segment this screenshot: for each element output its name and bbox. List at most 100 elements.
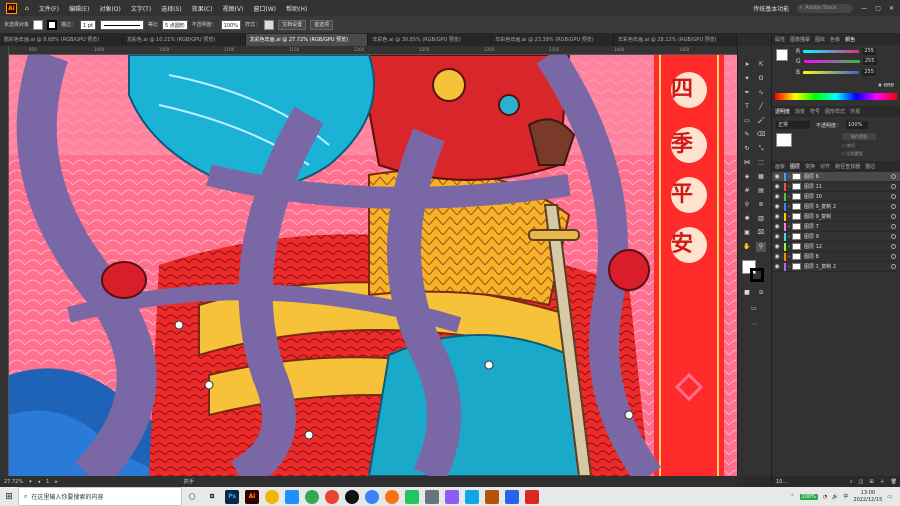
tray-expand-icon[interactable]: ⌃ bbox=[790, 494, 794, 500]
eye-icon[interactable]: ◉ bbox=[772, 223, 782, 230]
tab-appearance[interactable]: 外观 bbox=[850, 108, 860, 115]
eye-icon[interactable]: ◉ bbox=[772, 183, 782, 190]
shape-builder-tool-icon[interactable]: ◈ bbox=[742, 172, 752, 182]
paintbrush-tool-icon[interactable]: 🖌 bbox=[756, 116, 766, 126]
layer-name[interactable]: 图层 1_复制 2 bbox=[804, 263, 891, 270]
direct-selection-tool-icon[interactable]: ⇱ bbox=[756, 60, 766, 70]
target-icon[interactable] bbox=[891, 224, 896, 229]
stroke-weight-field[interactable]: 1 pt bbox=[80, 19, 96, 30]
width-tool-icon[interactable]: ⋈ bbox=[742, 158, 752, 168]
clip-checkbox[interactable]: ☐ 剪切 bbox=[842, 143, 855, 149]
layer-row[interactable]: ◉ › 图层 9_复制 2 bbox=[772, 202, 900, 212]
artboard-next-icon[interactable]: ▸ bbox=[55, 479, 58, 485]
target-icon[interactable] bbox=[891, 194, 896, 199]
slider-g[interactable] bbox=[803, 60, 860, 63]
artboard-prev-icon[interactable]: ◂ bbox=[38, 479, 41, 485]
close-icon[interactable]: ✕ bbox=[889, 5, 894, 12]
menu-file[interactable]: 文件(F) bbox=[34, 4, 64, 13]
eye-icon[interactable]: ◉ bbox=[772, 253, 782, 260]
blend-tool-icon[interactable]: ⊚ bbox=[756, 200, 766, 210]
mask-thumbnail[interactable] bbox=[776, 133, 792, 147]
layer-row[interactable]: ◉ › 图层 6 bbox=[772, 172, 900, 182]
fill-swatch[interactable] bbox=[33, 19, 44, 30]
ime-indicator[interactable]: 中 bbox=[843, 493, 848, 500]
home-icon[interactable]: ⌂ bbox=[20, 5, 34, 12]
target-icon[interactable] bbox=[891, 174, 896, 179]
target-icon[interactable] bbox=[891, 254, 896, 259]
more-tools-icon[interactable]: ⋯ bbox=[749, 320, 759, 330]
menu-select[interactable]: 选择(S) bbox=[156, 4, 187, 13]
menu-window[interactable]: 窗口(W) bbox=[248, 4, 281, 13]
tab-gradient[interactable]: 渐变 bbox=[795, 108, 805, 115]
color-spectrum[interactable] bbox=[775, 93, 897, 100]
pencil-tool-icon[interactable]: ✎ bbox=[742, 130, 752, 140]
locate-object-icon[interactable]: ⌕ bbox=[850, 479, 853, 485]
tab-pathfinder[interactable]: 路径查找器 bbox=[835, 163, 860, 170]
menu-effect[interactable]: 效果(C) bbox=[187, 4, 218, 13]
artboard-number[interactable]: 1 bbox=[46, 479, 49, 485]
target-icon[interactable] bbox=[891, 184, 896, 189]
doc-tab-4[interactable]: 年彩色.ai @ 30.85% (RGB/GPU 预览) bbox=[368, 34, 492, 46]
layer-row[interactable]: ◉ › 图层 10 bbox=[772, 192, 900, 202]
eye-icon[interactable]: ◉ bbox=[772, 203, 782, 210]
app-icon[interactable] bbox=[525, 489, 539, 504]
none-color-icon[interactable]: ⧄ bbox=[756, 288, 766, 298]
graph-tool-icon[interactable]: ▥ bbox=[756, 214, 766, 224]
app-icon[interactable] bbox=[485, 489, 499, 504]
eye-icon[interactable]: ◉ bbox=[772, 243, 782, 250]
clipping-mask-icon[interactable]: ◫ bbox=[859, 479, 864, 485]
horizontal-ruler[interactable]: 950 1000 1050 1100 1150 1200 1250 1300 1… bbox=[9, 46, 737, 55]
vertical-ruler[interactable] bbox=[0, 46, 9, 476]
layer-row[interactable]: ◉ › 图层 8 bbox=[772, 252, 900, 262]
battery-indicator[interactable]: 100% bbox=[799, 493, 818, 500]
preferences-button[interactable]: 首选项 bbox=[310, 19, 334, 30]
tab-color[interactable]: 颜色 bbox=[845, 36, 855, 43]
symbol-sprayer-tool-icon[interactable]: ✺ bbox=[742, 214, 752, 224]
layer-row[interactable]: ◉ › 图层 11 bbox=[772, 182, 900, 192]
tab-swatches[interactable]: 色板 bbox=[830, 36, 840, 43]
blend-mode-select[interactable]: 正常 bbox=[776, 121, 810, 129]
scale-tool-icon[interactable]: ⤡ bbox=[756, 144, 766, 154]
layer-name[interactable]: 图层 9_复制 bbox=[804, 213, 891, 220]
pen-tool-icon[interactable]: ✒ bbox=[742, 88, 752, 98]
explorer-icon[interactable] bbox=[285, 489, 299, 504]
minimize-icon[interactable]: — bbox=[861, 5, 867, 12]
selection-tool-icon[interactable]: ➤ bbox=[742, 60, 752, 70]
rotate-tool-icon[interactable]: ↻ bbox=[742, 144, 752, 154]
layer-row[interactable]: ◉ › 图层 9_复制 bbox=[772, 212, 900, 222]
invert-mask-checkbox[interactable]: ☐ 反相蒙版 bbox=[842, 151, 863, 157]
zoom-level[interactable]: 27.72% bbox=[4, 479, 23, 485]
expand-icon[interactable]: › bbox=[788, 244, 790, 250]
screen-mode-icon[interactable]: ▭ bbox=[749, 304, 759, 314]
type-tool-icon[interactable]: T bbox=[742, 102, 752, 112]
tab-image-trace[interactable]: 图像描摹 bbox=[790, 36, 810, 43]
new-sublayer-icon[interactable]: ⊞ bbox=[869, 479, 873, 485]
tab-libraries[interactable]: 图库 bbox=[815, 36, 825, 43]
tab-align[interactable]: 对齐 bbox=[820, 163, 830, 170]
eyedropper-tool-icon[interactable]: ⚲ bbox=[742, 200, 752, 210]
expand-icon[interactable]: › bbox=[788, 264, 790, 270]
tab-graphic-styles[interactable]: 图形样式 bbox=[825, 108, 845, 115]
line-tool-icon[interactable]: ╱ bbox=[756, 102, 766, 112]
app-icon[interactable] bbox=[385, 489, 399, 504]
chat-icon[interactable] bbox=[365, 489, 379, 504]
tab-layers[interactable]: 图层 bbox=[790, 163, 800, 170]
color-mode-icon[interactable]: ■ bbox=[742, 288, 752, 298]
menu-type[interactable]: 文字(T) bbox=[126, 4, 156, 13]
lasso-tool-icon[interactable]: ʘ bbox=[756, 74, 766, 84]
tab-transform[interactable]: 变换 bbox=[805, 163, 815, 170]
expand-icon[interactable]: › bbox=[788, 214, 790, 220]
menu-view[interactable]: 视图(V) bbox=[218, 4, 249, 13]
layer-name[interactable]: 图层 9 bbox=[804, 233, 891, 240]
color-fill-preview[interactable] bbox=[776, 49, 788, 61]
menu-help[interactable]: 帮助(H) bbox=[281, 4, 312, 13]
illustrator-icon[interactable]: Ai bbox=[245, 489, 259, 504]
maximize-icon[interactable]: ▢ bbox=[875, 5, 881, 12]
layer-row[interactable]: ◉ › 图层 7 bbox=[772, 222, 900, 232]
task-view-icon[interactable]: ◯ bbox=[185, 490, 199, 504]
eye-icon[interactable]: ◉ bbox=[772, 233, 782, 240]
expand-icon[interactable]: › bbox=[788, 194, 790, 200]
stroke-profile-select[interactable] bbox=[99, 19, 144, 30]
layer-name[interactable]: 图层 9_复制 2 bbox=[804, 203, 891, 210]
network-icon[interactable]: ◔ bbox=[823, 494, 827, 500]
